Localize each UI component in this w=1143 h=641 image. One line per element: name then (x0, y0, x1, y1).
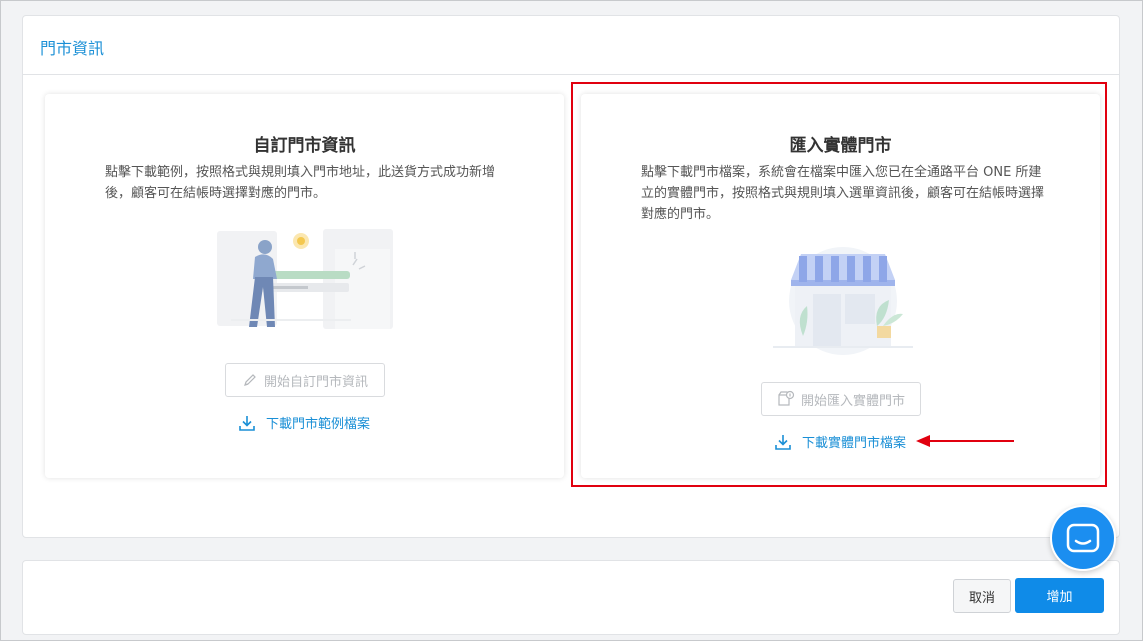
chat-icon (1066, 523, 1100, 553)
custom-store-card: 自訂門市資訊 點擊下載範例，按照格式與規則填入門市地址，此送貨方式成功新增後，顧… (45, 94, 564, 478)
storefront-illustration (773, 247, 913, 355)
custom-store-illustration (217, 229, 393, 329)
download-icon (775, 434, 791, 450)
download-icon (239, 415, 255, 431)
start-custom-store-label: 開始自訂門市資訊 (263, 374, 368, 390)
custom-store-card-title: 自訂門市資訊 (253, 136, 356, 156)
import-store-card-title: 匯入實體門市 (789, 136, 892, 156)
store-info-panel: 門市資訊 自訂門市資訊 點擊下載範例，按照格式與規則填入門市地址，此送貨方式成功… (22, 15, 1120, 538)
footer-bar: 取消 增加 (22, 560, 1120, 635)
cancel-button[interactable]: 取消 (953, 579, 1011, 613)
import-store-card: 匯入實體門市 點擊下載門市檔案，系統會在檔案中匯入您已在全通路平台 ONE 所建… (581, 94, 1100, 478)
add-button[interactable]: 增加 (1015, 578, 1104, 613)
custom-store-card-description: 點擊下載範例，按照格式與規則填入門市地址，此送貨方式成功新增後，顧客可在結帳時選… (105, 165, 496, 201)
panel-divider (23, 74, 1119, 75)
store-icon (778, 390, 795, 406)
start-custom-store-button[interactable]: 開始自訂門市資訊 (225, 363, 385, 397)
import-store-card-description: 點擊下載門市檔案，系統會在檔案中匯入您已在全通路平台 ONE 所建立的實體門市，… (641, 165, 1045, 222)
download-physical-store-link[interactable]: 下載實體門市檔案 (774, 432, 906, 451)
chat-widget-button[interactable] (1050, 505, 1116, 571)
download-store-sample-link[interactable]: 下載門市範例檔案 (238, 413, 370, 432)
download-physical-store-label: 下載實體門市檔案 (802, 436, 907, 451)
pencil-icon (244, 374, 256, 386)
start-import-store-label: 開始匯入實體門市 (800, 393, 905, 409)
start-import-store-button[interactable]: 開始匯入實體門市 (761, 382, 921, 416)
annotation-arrow (916, 435, 1014, 447)
panel-title: 門市資訊 (40, 39, 105, 58)
download-store-sample-label: 下載門市範例檔案 (266, 417, 371, 432)
